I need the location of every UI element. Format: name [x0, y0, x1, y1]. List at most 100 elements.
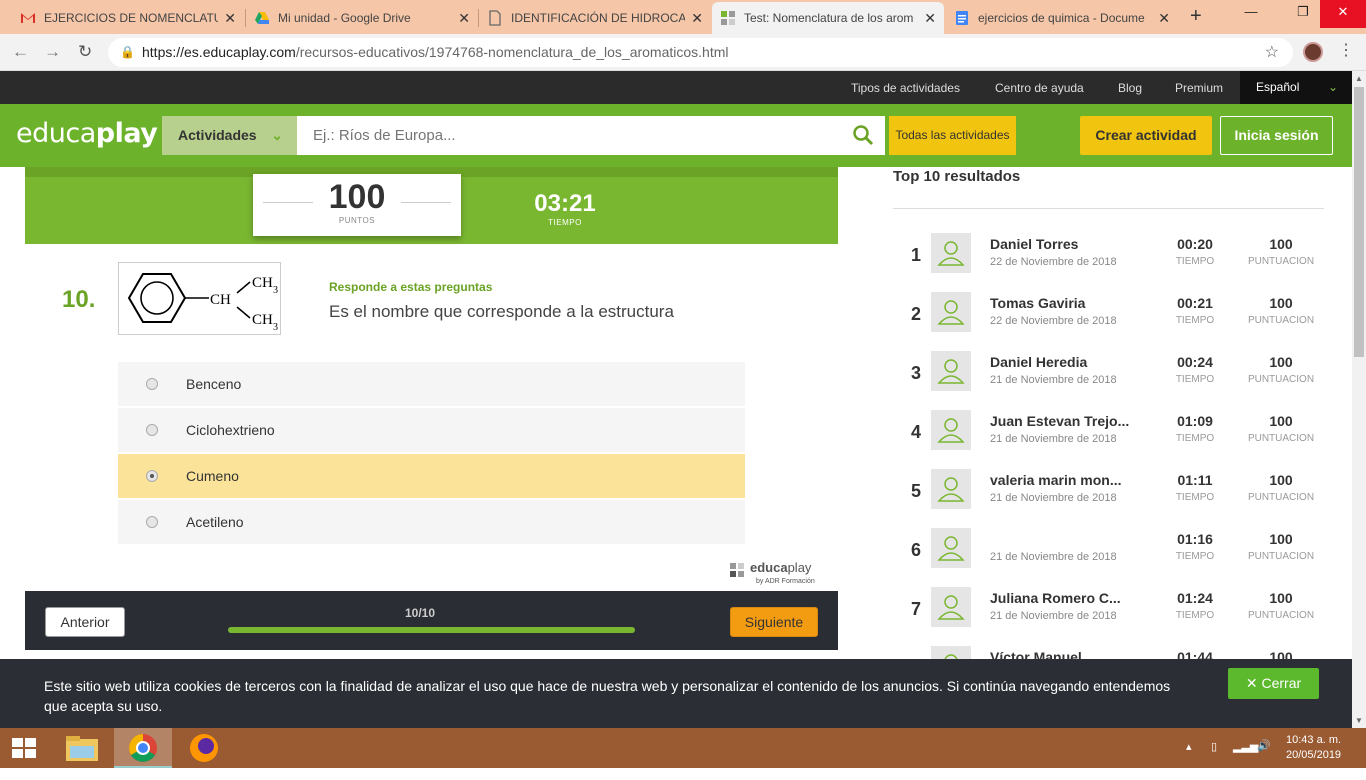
- player-time: 01:16: [1177, 531, 1213, 547]
- browser-tab-2[interactable]: Mi unidad - Google Drive ✕: [246, 2, 478, 34]
- minimize-button[interactable]: —: [1228, 0, 1274, 28]
- file-explorer-icon[interactable]: [58, 728, 106, 768]
- ranking-title: Top 10 resultados: [893, 168, 1021, 185]
- radio-button[interactable]: [146, 378, 158, 390]
- scroll-up-icon[interactable]: ▲: [1355, 74, 1363, 83]
- activities-dropdown[interactable]: Actividades ⌄: [162, 116, 297, 155]
- answer-label: Ciclohextrieno: [186, 422, 275, 438]
- cookie-banner: Este sitio web utiliza cookies de tercer…: [0, 659, 1352, 728]
- taskbar-clock[interactable]: 10:43 a. m. 20/05/2019: [1286, 733, 1341, 763]
- cookie-close-button[interactable]: ✕ Cerrar: [1228, 668, 1319, 699]
- browser-tab-5[interactable]: ejercicios de quimica - Docume ✕: [946, 2, 1178, 34]
- close-window-button[interactable]: ✕: [1320, 0, 1366, 28]
- time-label: TIEMPO: [1175, 315, 1215, 326]
- browser-menu-icon[interactable]: ⋮: [1338, 40, 1354, 60]
- chrome-taskbar-icon[interactable]: [114, 728, 172, 768]
- new-tab-button[interactable]: +: [1190, 5, 1202, 28]
- tray-chevron-icon[interactable]: ▴: [1186, 740, 1192, 780]
- nav-link-activity-types[interactable]: Tipos de actividades: [851, 81, 960, 95]
- reload-icon[interactable]: ↻: [78, 42, 92, 62]
- radio-button[interactable]: [146, 516, 158, 528]
- score-label: PUNTOS: [338, 216, 376, 225]
- search-icon[interactable]: [852, 124, 874, 146]
- search-input[interactable]: [297, 116, 885, 155]
- question-navigation: Anterior 10/10 Siguiente: [25, 591, 838, 650]
- all-activities-button[interactable]: Todas las actividades: [889, 116, 1016, 155]
- answer-option[interactable]: Ciclohextrieno: [118, 408, 745, 452]
- tab-title: IDENTIFICACIÓN DE HIDROCAR: [511, 11, 686, 25]
- time-label: TIEMPO: [1175, 374, 1215, 385]
- volume-icon[interactable]: 🔊: [1257, 739, 1271, 779]
- timer-value: 03:21: [534, 190, 596, 217]
- time-label: TIEMPO: [1175, 610, 1215, 621]
- browser-tab-1[interactable]: EJERCICIOS DE NOMENCLATUR ✕: [12, 2, 244, 34]
- player-name: Juan Estevan Trejo...: [990, 413, 1130, 429]
- bookmark-star-icon[interactable]: ☆: [1265, 38, 1279, 67]
- player-time: 00:24: [1177, 354, 1213, 370]
- radio-button[interactable]: [146, 424, 158, 436]
- close-tab-icon[interactable]: ✕: [458, 10, 470, 27]
- nav-link-blog[interactable]: Blog: [1118, 81, 1142, 95]
- scroll-down-icon[interactable]: ▼: [1355, 716, 1363, 725]
- create-activity-button[interactable]: Crear actividad: [1080, 116, 1212, 155]
- cookie-text: Este sitio web utiliza cookies de tercer…: [44, 678, 1171, 714]
- browser-tab-4[interactable]: Test: Nomenclatura de los arom ✕: [712, 2, 944, 34]
- answer-option[interactable]: Benceno: [118, 362, 745, 406]
- player-score: 100: [1269, 354, 1293, 370]
- nav-link-premium[interactable]: Premium: [1175, 81, 1223, 95]
- svg-text:3: 3: [273, 285, 278, 296]
- nav-link-help-center[interactable]: Centro de ayuda: [995, 81, 1084, 95]
- clock-date: 20/05/2019: [1286, 749, 1342, 761]
- previous-button[interactable]: Anterior: [45, 607, 125, 637]
- player-score: 100: [1269, 295, 1293, 311]
- back-icon[interactable]: ←: [12, 42, 29, 62]
- user-avatar-icon: [931, 528, 971, 568]
- profile-avatar[interactable]: [1303, 42, 1323, 62]
- chevron-down-icon: ⌄: [1327, 80, 1338, 94]
- browser-tab-3[interactable]: IDENTIFICACIÓN DE HIDROCAR ✕: [479, 2, 711, 34]
- next-button[interactable]: Siguiente: [730, 607, 818, 637]
- svg-text:CH: CH: [210, 292, 231, 308]
- answer-option[interactable]: Acetileno: [118, 500, 745, 544]
- svg-text:CH: CH: [252, 275, 273, 291]
- windows-start-icon[interactable]: [0, 728, 48, 768]
- svg-text:3: 3: [273, 322, 278, 333]
- firefox-icon[interactable]: [180, 728, 228, 768]
- page-scrollbar[interactable]: ▲ ▼: [1352, 71, 1366, 728]
- language-label: Español: [1256, 80, 1300, 94]
- rank-position: 2: [911, 304, 922, 324]
- educaplay-logo[interactable]: educaplay: [16, 118, 158, 149]
- score-label: PUNTUACION: [1247, 610, 1315, 621]
- answer-option-selected[interactable]: Cumeno: [118, 454, 745, 498]
- scroll-thumb[interactable]: [1354, 87, 1364, 357]
- close-tab-icon[interactable]: ✕: [1158, 10, 1170, 27]
- battery-icon[interactable]: ▯: [1211, 740, 1217, 780]
- question-text: Es el nombre que corresponde a la estruc…: [329, 302, 674, 321]
- educaplay-icon: [730, 563, 744, 577]
- user-avatar-icon: [931, 292, 971, 332]
- player-date: 22 de Noviembre de 2018: [990, 315, 1117, 327]
- player-name: Daniel Heredia: [990, 354, 1088, 370]
- player-score: 100: [1269, 236, 1293, 252]
- docs-icon: [954, 10, 970, 26]
- score-label: PUNTUACION: [1247, 551, 1315, 562]
- score-label: PUNTUACION: [1247, 492, 1315, 503]
- progress-bar: [228, 627, 635, 633]
- close-tab-icon[interactable]: ✕: [924, 10, 936, 27]
- forward-icon[interactable]: →: [44, 42, 61, 62]
- radio-button-checked[interactable]: [146, 470, 158, 482]
- player-date: 21 de Noviembre de 2018: [990, 551, 1117, 563]
- close-tab-icon[interactable]: ✕: [224, 10, 236, 27]
- player-time: 00:20: [1177, 236, 1213, 252]
- timer-label: TIEMPO: [548, 218, 582, 227]
- score-label: PUNTUACION: [1247, 374, 1315, 385]
- player-time: 01:24: [1177, 590, 1213, 606]
- url-bar[interactable]: 🔒 https://es.educaplay.com/recursos-educ…: [108, 38, 1293, 67]
- progress-label: 10/10: [405, 606, 436, 620]
- login-button[interactable]: Inicia sesión: [1220, 116, 1333, 155]
- network-icon[interactable]: ▂▃▅: [1233, 740, 1258, 780]
- svg-text:CH: CH: [252, 312, 273, 328]
- language-selector[interactable]: Español ⌄: [1240, 71, 1352, 104]
- close-tab-icon[interactable]: ✕: [691, 10, 703, 27]
- ranking-row: 7 Juliana Romero C... 21 de Noviembre de 2…: [893, 587, 1333, 646]
